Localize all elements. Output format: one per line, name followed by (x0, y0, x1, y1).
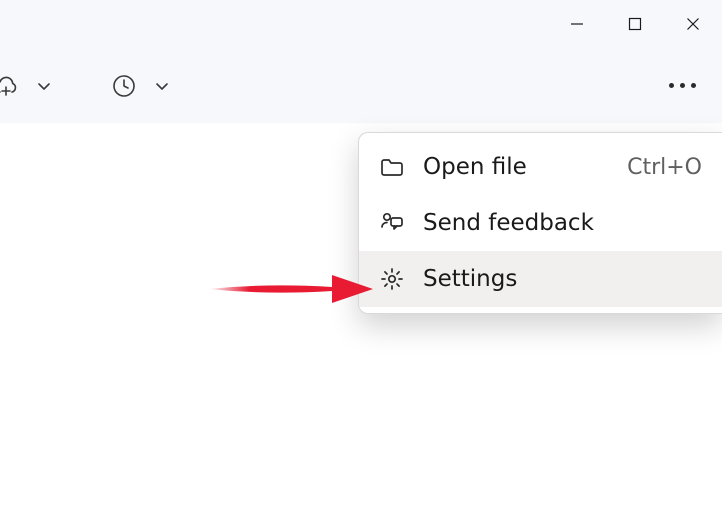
menu-item-shortcut: Ctrl+O (627, 155, 702, 180)
menu-item-label: Open file (423, 154, 627, 180)
more-icon (669, 83, 674, 88)
titlebar (0, 0, 722, 48)
chevron-down-icon (36, 78, 52, 94)
toolbar (0, 48, 722, 124)
more-button[interactable] (660, 64, 704, 108)
toolbar-group-cloud (0, 66, 182, 106)
menu-item-label: Send feedback (423, 210, 702, 236)
cloud-dropdown-button[interactable] (24, 66, 64, 106)
menu-item-label: Settings (423, 266, 702, 292)
feedback-icon (377, 208, 407, 238)
gear-icon (377, 264, 407, 294)
maximize-button[interactable] (606, 0, 664, 48)
close-icon (686, 17, 700, 31)
chevron-down-icon (154, 78, 170, 94)
close-button[interactable] (664, 0, 722, 48)
folder-icon (377, 152, 407, 182)
minimize-icon (570, 17, 584, 31)
more-menu: Open file Ctrl+O Send feedback (358, 132, 722, 314)
minimize-button[interactable] (548, 0, 606, 48)
menu-item-settings[interactable]: Settings (359, 251, 722, 307)
maximize-icon (628, 17, 642, 31)
annotation-arrow (208, 269, 373, 309)
more-icon (680, 83, 685, 88)
history-button[interactable] (104, 66, 144, 106)
cloud-add-button[interactable] (0, 66, 26, 106)
more-icon (691, 83, 696, 88)
history-dropdown-button[interactable] (142, 66, 182, 106)
cloud-add-icon (0, 72, 20, 100)
menu-item-open-file[interactable]: Open file Ctrl+O (359, 139, 722, 195)
content-area: Open file Ctrl+O Send feedback (0, 124, 722, 505)
menu-item-send-feedback[interactable]: Send feedback (359, 195, 722, 251)
history-icon (111, 73, 137, 99)
